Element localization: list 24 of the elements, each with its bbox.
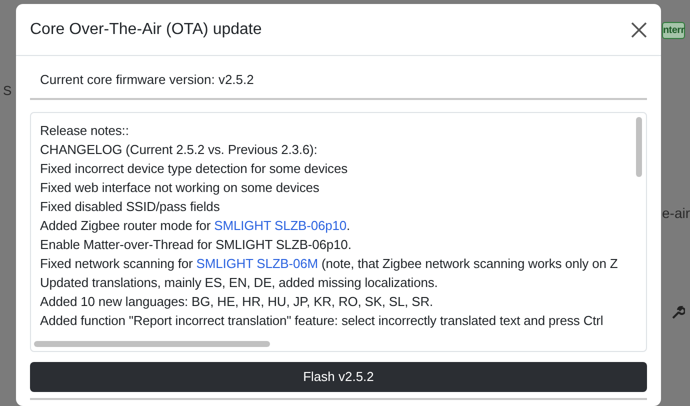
note-text: Added Zigbee router mode for	[40, 218, 212, 233]
page-text: S	[3, 82, 12, 100]
note-text: Added 10 new languages: BG, HE, HR, HU, JP, KR, RO, SK, SL, SR.	[40, 294, 434, 309]
note-link[interactable]: SMLIGHT SLZB-06M	[196, 256, 318, 271]
note-text: (note, that Zigbee network scanning works only on Z	[320, 256, 618, 271]
firmware-version-text: Current core firmware version: v2.5.2	[40, 72, 254, 87]
note-text: Fixed disabled SSID/pass fields	[40, 199, 220, 214]
note-text: Added function "Report incorrect translation" feature: select incorrectly translated text and press Ctrl	[40, 313, 604, 328]
note-text: Release notes::	[40, 123, 129, 138]
dialog-title: Core Over-The-Air (OTA) update	[30, 20, 262, 40]
note-text: Fixed web interface not working on some devices	[40, 180, 320, 195]
note-text: Fixed network scanning for	[40, 256, 194, 271]
close-button[interactable]	[629, 20, 649, 40]
page-text: e-air	[662, 204, 690, 223]
wrench-icon	[671, 304, 685, 320]
note-text: CHANGELOG (Current 2.5.2 vs. Previous 2.3.6):	[40, 142, 318, 157]
note-link[interactable]: SMLIGHT SLZB-06p10	[214, 218, 347, 233]
note-text: Enable Matter-over-Thread for SMLIGHT SLZB-06p10.	[40, 237, 352, 252]
note-text: Updated translations, mainly ES, EN, DE, added missing localizations.	[40, 275, 438, 290]
scrollbar-thumb[interactable]	[636, 117, 642, 177]
note-text: .	[346, 218, 350, 233]
flash-button[interactable]: Flash v2.5.2	[30, 362, 647, 392]
scrollbar-thumb[interactable]	[34, 341, 270, 347]
note-text: Fixed incorrect device type detection for some devices	[40, 161, 348, 176]
